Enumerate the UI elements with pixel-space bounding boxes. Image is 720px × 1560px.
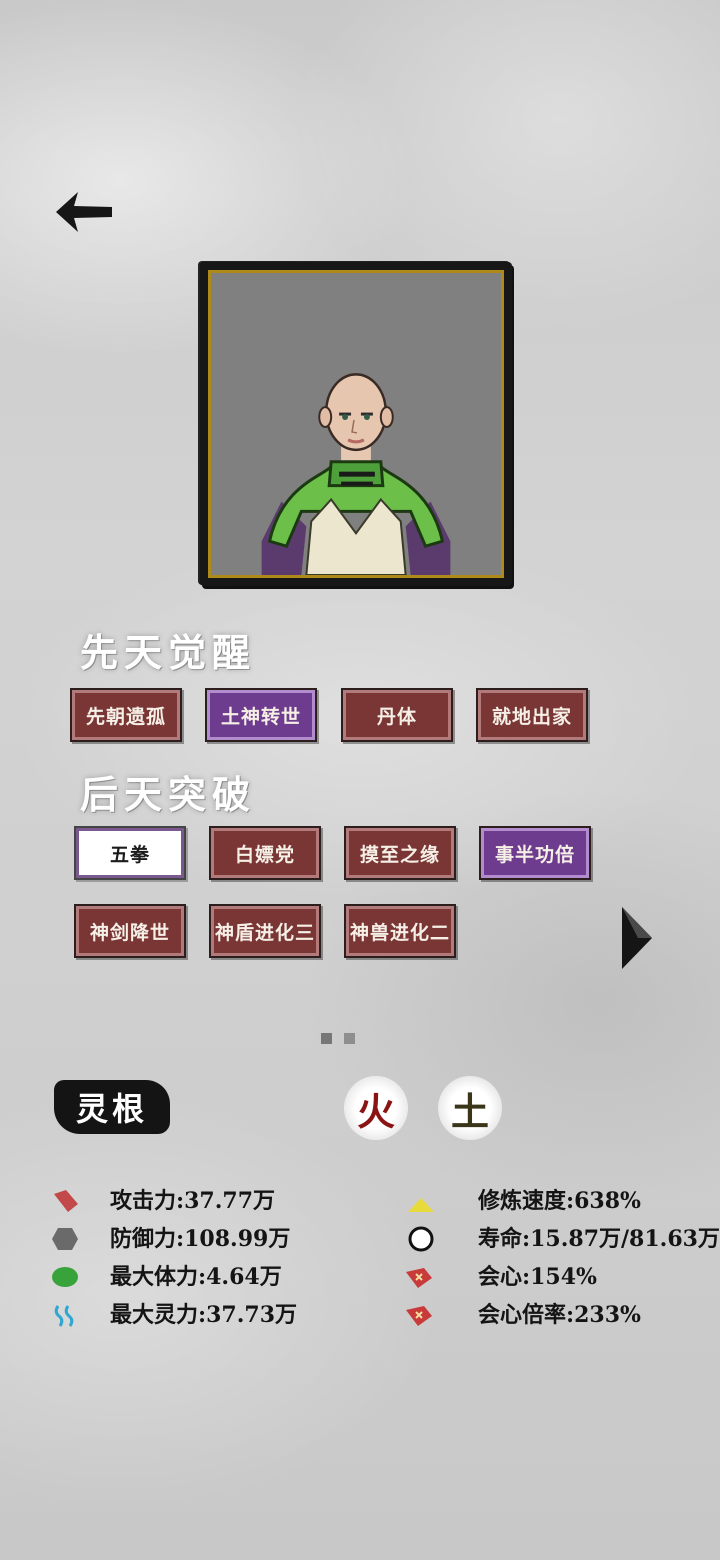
back-arrow-icon — [56, 192, 112, 232]
crit-icon — [404, 1264, 434, 1290]
defense-icon — [50, 1226, 80, 1252]
stat-cultivation-speed: 修炼速度:638% — [478, 1188, 641, 1214]
acquired-trait-tag[interactable]: 神兽进化二 — [344, 904, 456, 958]
attack-icon — [50, 1188, 80, 1214]
pager-dot-2[interactable] — [344, 1033, 355, 1044]
acquired-breakthrough-title: 后天突破 — [80, 772, 257, 817]
element-earth-badge: 土 — [438, 1076, 502, 1140]
back-arrow-button[interactable] — [52, 188, 114, 236]
cultivation-speed-icon — [406, 1190, 436, 1216]
crit-multiplier-icon — [404, 1302, 434, 1328]
stat-max-stamina: 最大体力:4.64万 — [110, 1264, 282, 1290]
stat-crit-multiplier: 会心倍率:233% — [478, 1302, 641, 1328]
acquired-trait-tag[interactable]: 白嫖党 — [209, 826, 321, 880]
element-fire-char: 火 — [356, 1088, 395, 1134]
stat-defense: 防御力:108.99万 — [110, 1226, 291, 1252]
innate-awakening-title: 先天觉醒 — [80, 630, 257, 675]
triangle-right-icon — [622, 907, 652, 969]
character-portrait — [208, 270, 504, 578]
innate-trait-tag[interactable]: 就地出家 — [476, 688, 588, 742]
stat-max-spirit: 最大灵力:37.73万 — [110, 1302, 298, 1328]
character-avatar — [261, 373, 451, 575]
acquired-trait-tag[interactable]: 神剑降世 — [74, 904, 186, 958]
character-portrait-frame — [200, 262, 512, 586]
innate-trait-tag[interactable]: 丹体 — [341, 688, 453, 742]
spirit-root-label: 灵根 — [54, 1080, 170, 1134]
acquired-trait-tag[interactable]: 摸至之缘 — [344, 826, 456, 880]
element-fire-badge: 火 — [344, 1076, 408, 1140]
innate-trait-tag[interactable]: 先朝遗孤 — [70, 688, 182, 742]
spirit-icon — [52, 1302, 82, 1328]
stat-attack: 攻击力:37.77万 — [110, 1188, 276, 1214]
stamina-icon — [50, 1264, 80, 1290]
lifespan-icon — [406, 1226, 436, 1252]
stat-lifespan: 寿命:15.87万/81.63万 — [478, 1226, 720, 1252]
acquired-trait-tag[interactable]: 神盾进化三 — [209, 904, 321, 958]
pager-dot-1[interactable] — [321, 1033, 332, 1044]
element-earth-char: 土 — [450, 1088, 489, 1134]
innate-trait-tag[interactable]: 土神转世 — [205, 688, 317, 742]
stat-crit: 会心:154% — [478, 1264, 597, 1290]
next-page-button[interactable] — [620, 905, 654, 971]
acquired-trait-tag[interactable]: 五拳 — [74, 826, 186, 880]
acquired-trait-tag[interactable]: 事半功倍 — [479, 826, 591, 880]
